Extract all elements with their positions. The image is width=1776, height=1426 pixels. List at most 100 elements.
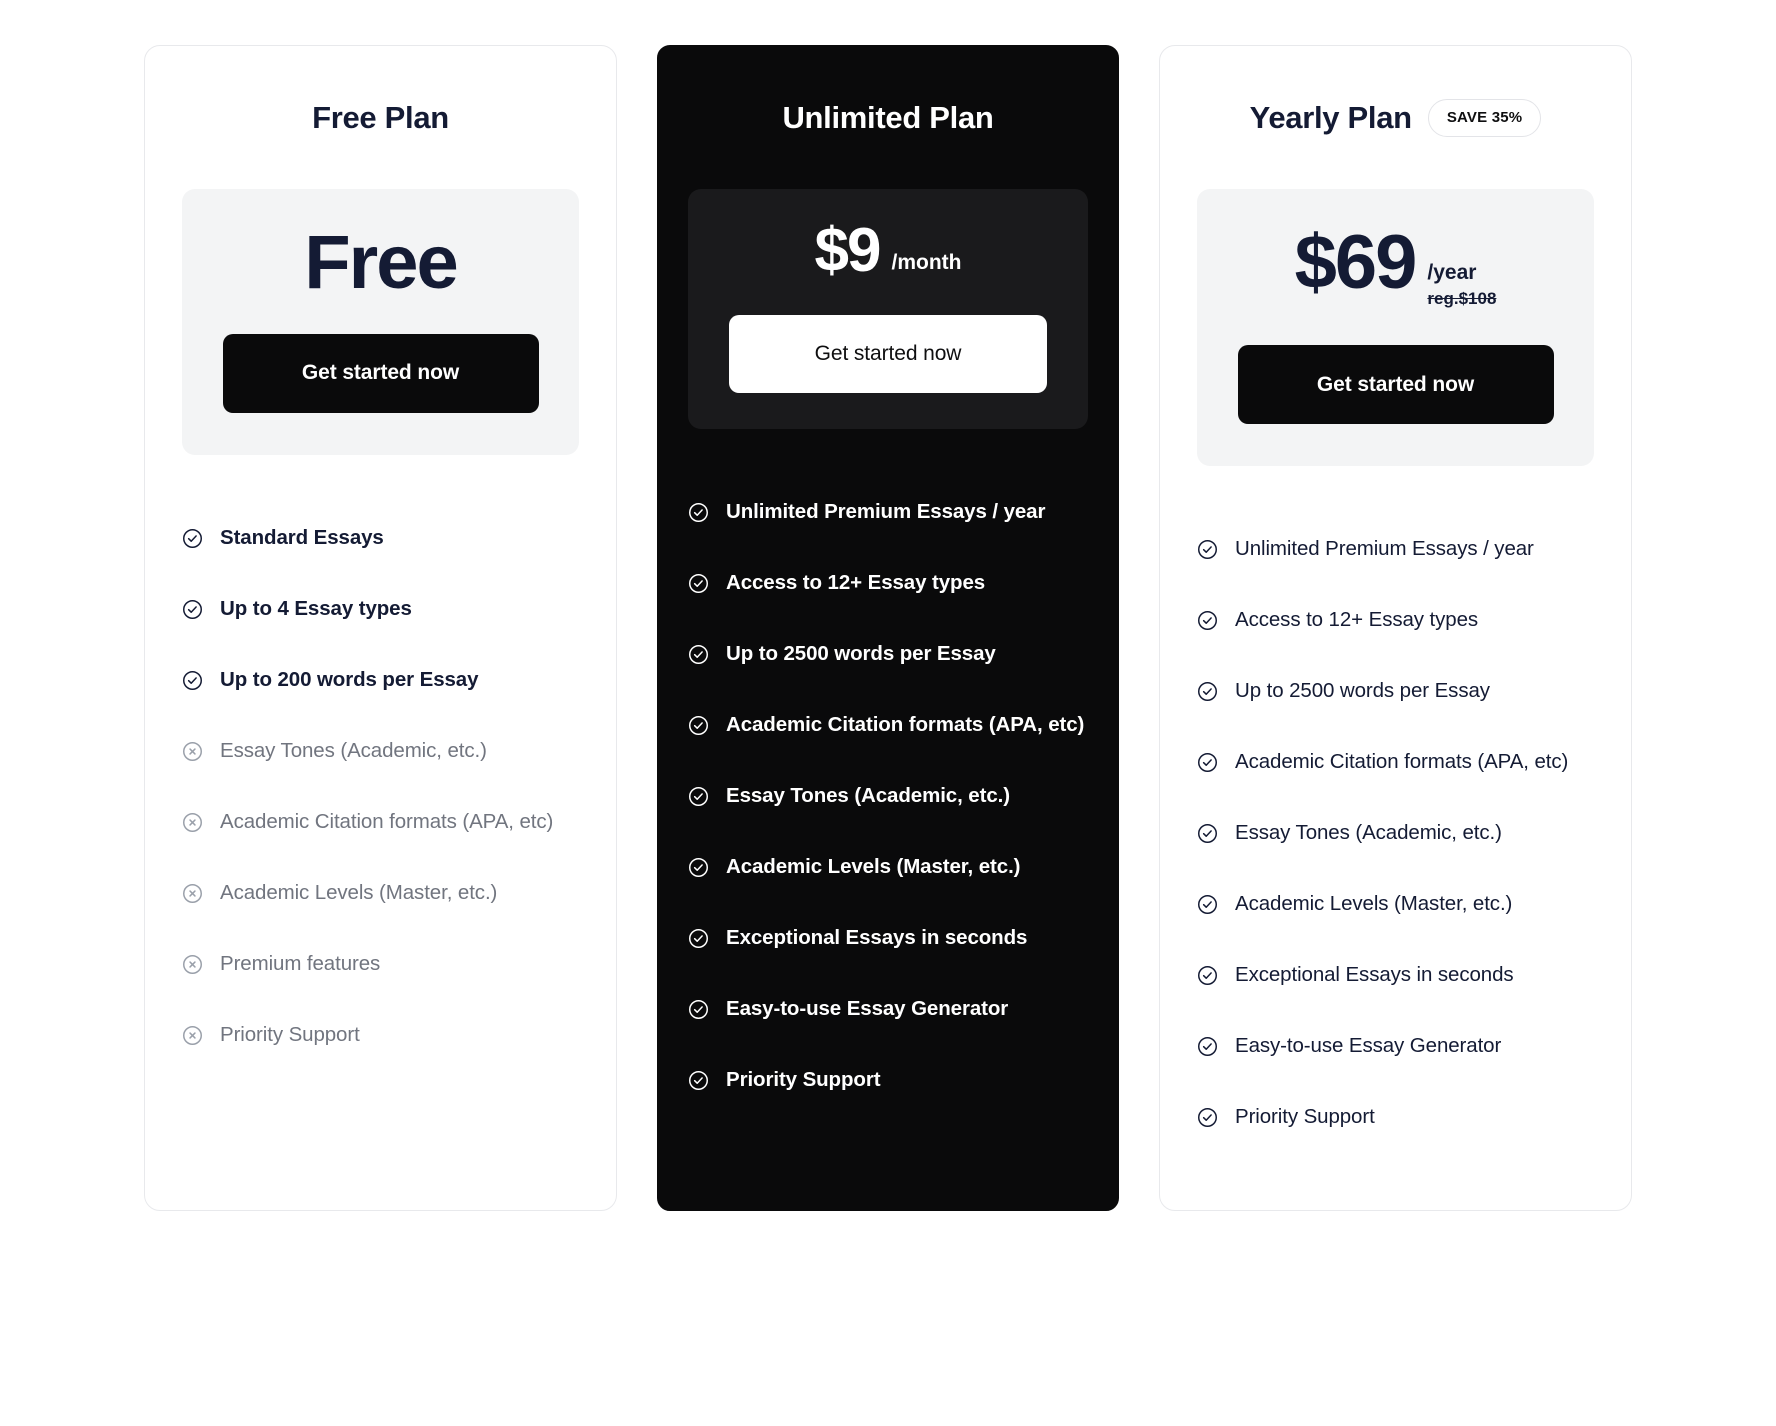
plan-title-free: Free Plan xyxy=(312,99,449,135)
feature-item: Unlimited Premium Essays / year xyxy=(1197,514,1594,585)
feature-label: Priority Support xyxy=(1235,1105,1375,1129)
price-side-unlimited: /month xyxy=(891,221,961,275)
feature-item: Premium features xyxy=(182,929,579,1000)
get-started-button-unlimited[interactable]: Get started now xyxy=(729,314,1047,393)
plan-header-unlimited: Unlimited Plan xyxy=(688,46,1088,189)
feature-label: Access to 12+ Essay types xyxy=(726,570,986,594)
feature-item: Essay Tones (Academic, etc.) xyxy=(688,761,1088,832)
feature-item: Academic Levels (Master, etc.) xyxy=(182,858,579,929)
price-panel-free: Free Get started now xyxy=(182,189,579,455)
feature-item: Up to 200 words per Essay xyxy=(182,645,579,716)
plan-title-unlimited: Unlimited Plan xyxy=(782,99,994,135)
circle-check-icon xyxy=(689,928,708,948)
feature-label: Up to 200 words per Essay xyxy=(220,668,479,692)
feature-label: Up to 4 Essay types xyxy=(220,597,412,621)
feature-label: Access to 12+ Essay types xyxy=(1235,608,1479,632)
plan-header-yearly: Yearly Plan SAVE 35% xyxy=(1197,46,1594,189)
feature-label: Priority Support xyxy=(220,1023,360,1047)
feature-item: Easy-to-use Essay Generator xyxy=(688,974,1088,1045)
feature-item: Academic Levels (Master, etc.) xyxy=(1197,869,1594,940)
price-panel-yearly: $69/year reg.$108 Get started now xyxy=(1197,189,1594,467)
price-period-unlimited: /month xyxy=(891,251,962,274)
circle-check-icon xyxy=(689,715,708,735)
circle-check-icon xyxy=(1198,682,1217,702)
circle-check-icon xyxy=(1198,753,1217,773)
feature-item: Academic Citation formats (APA, etc) xyxy=(1197,727,1594,798)
circle-check-icon xyxy=(1198,824,1217,844)
circle-check-icon xyxy=(689,502,708,522)
circle-x-icon xyxy=(183,812,202,832)
circle-check-icon xyxy=(183,528,202,548)
feature-item: Up to 2500 words per Essay xyxy=(688,619,1088,690)
circle-check-icon xyxy=(183,599,202,619)
circle-check-icon xyxy=(183,670,202,690)
price-row-yearly: $69/year reg.$108 xyxy=(1294,220,1497,311)
plan-header-free: Free Plan xyxy=(182,46,579,189)
feature-item: Essay Tones (Academic, etc.) xyxy=(1197,798,1594,869)
circle-check-icon xyxy=(689,999,708,1019)
feature-item: Academic Citation formats (APA, etc) xyxy=(688,690,1088,761)
feature-item: Standard Essays xyxy=(182,503,579,574)
feature-label: Easy-to-use Essay Generator xyxy=(1235,1034,1502,1058)
price-amount-unlimited: $9 xyxy=(814,216,882,285)
feature-item: Up to 2500 words per Essay xyxy=(1197,656,1594,727)
circle-check-icon xyxy=(689,644,708,664)
feature-label: Academic Levels (Master, etc.) xyxy=(726,854,1021,878)
feature-item: Unlimited Premium Essays / year xyxy=(688,477,1088,548)
feature-item: Academic Levels (Master, etc.) xyxy=(688,832,1088,903)
circle-check-icon xyxy=(689,1070,708,1090)
circle-check-icon xyxy=(1198,611,1217,631)
get-started-button-yearly[interactable]: Get started now xyxy=(1237,345,1554,425)
price-amount-free: Free xyxy=(304,220,459,305)
feature-item: Essay Tones (Academic, etc.) xyxy=(182,716,579,787)
feature-label: Academic Levels (Master, etc.) xyxy=(1235,892,1513,916)
circle-check-icon xyxy=(1198,1037,1217,1057)
feature-item: Up to 4 Essay types xyxy=(182,574,579,645)
feature-label: Essay Tones (Academic, etc.) xyxy=(1235,821,1502,845)
feature-label: Academic Citation formats (APA, etc) xyxy=(1235,750,1569,774)
feature-item: Exceptional Essays in seconds xyxy=(1197,940,1594,1011)
price-period-yearly: /year xyxy=(1427,261,1477,284)
feature-item: Academic Citation formats (APA, etc) xyxy=(182,787,579,858)
price-regular-yearly: reg.$108 xyxy=(1427,289,1497,309)
feature-item: Priority Support xyxy=(688,1045,1088,1116)
feature-label: Easy-to-use Essay Generator xyxy=(726,996,1009,1020)
price-side-yearly: /year reg.$108 xyxy=(1427,227,1496,311)
price-amount-yearly: $69 xyxy=(1294,220,1418,305)
circle-check-icon xyxy=(689,857,708,877)
feature-item: Priority Support xyxy=(182,1000,579,1071)
circle-check-icon xyxy=(1198,895,1217,915)
circle-check-icon xyxy=(1198,966,1217,986)
save-badge: SAVE 35% xyxy=(1427,98,1542,137)
feature-label: Premium features xyxy=(220,952,381,976)
feature-list-unlimited: Unlimited Premium Essays / year Access to… xyxy=(688,429,1088,1116)
feature-label: Up to 2500 words per Essay xyxy=(726,641,996,665)
feature-label: Standard Essays xyxy=(220,526,384,550)
feature-label: Unlimited Premium Essays / year xyxy=(726,499,1046,523)
circle-check-icon xyxy=(1198,540,1217,560)
feature-item: Easy-to-use Essay Generator xyxy=(1197,1011,1594,1082)
feature-item: Access to 12+ Essay types xyxy=(688,548,1088,619)
feature-label: Exceptional Essays in seconds xyxy=(1235,963,1514,987)
circle-check-icon xyxy=(1198,1108,1217,1128)
feature-label: Unlimited Premium Essays / year xyxy=(1235,537,1534,561)
feature-label: Up to 2500 words per Essay xyxy=(1235,679,1490,703)
get-started-button-free[interactable]: Get started now xyxy=(222,333,539,413)
plan-card-unlimited: Unlimited Plan $9/month Get started now Unl… xyxy=(657,45,1119,1211)
plan-title-yearly: Yearly Plan xyxy=(1249,99,1412,135)
price-panel-unlimited: $9/month Get started now xyxy=(688,189,1088,429)
feature-label: Essay Tones (Academic, etc.) xyxy=(220,739,487,763)
circle-check-icon xyxy=(689,573,708,593)
plan-card-yearly: Yearly Plan SAVE 35% $69/year reg.$108 Get s… xyxy=(1159,45,1632,1211)
feature-list-yearly: Unlimited Premium Essays / year Access to… xyxy=(1197,466,1594,1153)
circle-x-icon xyxy=(183,883,202,903)
feature-item: Exceptional Essays in seconds xyxy=(688,903,1088,974)
feature-item: Priority Support xyxy=(1197,1082,1594,1153)
plan-card-free: Free Plan Free Get started now Standard Ess… xyxy=(144,45,617,1211)
circle-x-icon xyxy=(183,741,202,761)
feature-list-free: Standard Essays Up to 4 Essay types Up to … xyxy=(182,455,579,1071)
feature-label: Essay Tones (Academic, etc.) xyxy=(726,783,1010,807)
price-row-free: Free xyxy=(304,220,459,305)
circle-x-icon xyxy=(183,954,202,974)
feature-label: Academic Levels (Master, etc.) xyxy=(220,881,498,905)
